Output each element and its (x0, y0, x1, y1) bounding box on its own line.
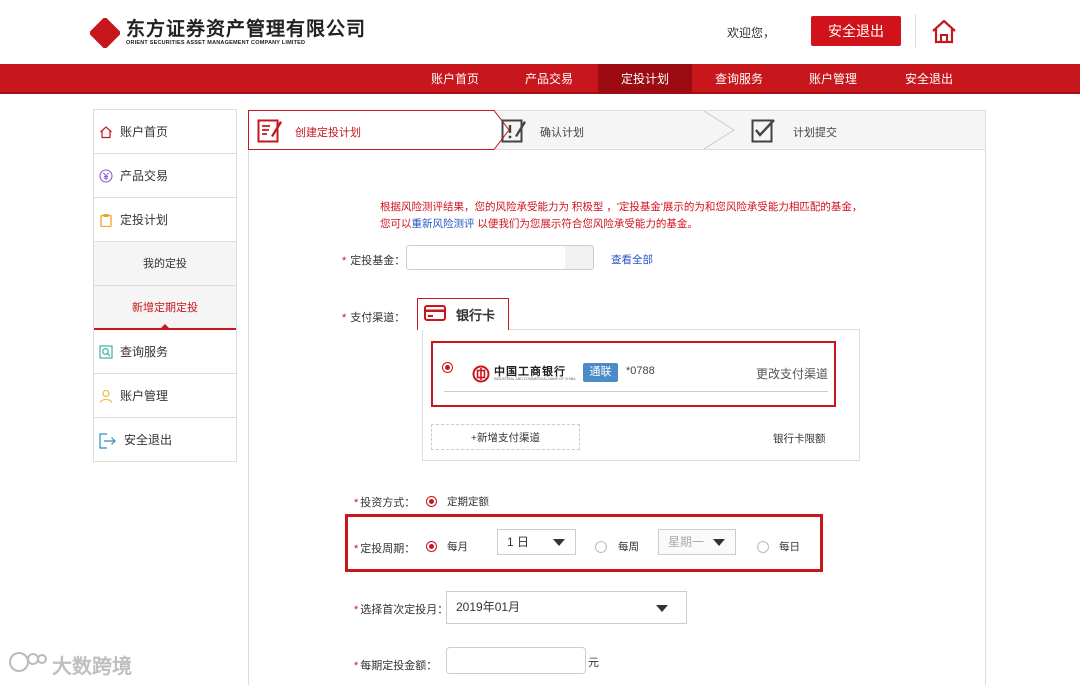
sidebar-item-product-trade[interactable]: 产品交易 (94, 154, 236, 198)
exit-icon (99, 432, 117, 449)
risk-notice-prefix: 您可以 (380, 218, 412, 230)
chevron-down-icon (713, 539, 725, 546)
welcome-text: 欢迎您， (727, 26, 776, 40)
nav-item-account-home[interactable]: 账户首页 (411, 64, 499, 94)
sidebar-item-label: 定投计划 (120, 213, 169, 227)
weekday-select[interactable]: 星期一 (658, 529, 736, 555)
period-weekly-radio[interactable] (595, 541, 607, 553)
exclamation-doc-icon (501, 117, 527, 146)
payment-label: * 支付渠道： (342, 312, 406, 324)
invest-mode-radio[interactable] (426, 496, 437, 507)
period-daily-radio[interactable] (757, 541, 769, 553)
logo-text: 东方证券资产管理有限公司 ORIENT SECURITIES ASSET MAN… (126, 18, 367, 47)
step-1-label: 创建定投计划 (295, 127, 361, 139)
home-icon[interactable] (930, 18, 958, 46)
step-arrow-2 (704, 111, 735, 149)
sidebar-item-label: 账户首页 (120, 125, 169, 139)
sidebar-item-account-home[interactable]: 账户首页 (94, 110, 236, 154)
step-2-label: 确认计划 (540, 127, 584, 139)
sidebar-item-query[interactable]: 查询服务 (94, 330, 236, 374)
first-month-label: * 选择首次定投月： (354, 604, 449, 616)
logo-title-cn: 东方证券资产管理有限公司 (126, 18, 367, 40)
day-select[interactable]: 1 日 (497, 529, 576, 555)
sidebar-item-plan[interactable]: 定投计划 (94, 198, 236, 242)
search-icon (99, 344, 113, 359)
period-monthly-label: 每月 (447, 541, 468, 553)
bank-card-radio[interactable] (442, 362, 453, 373)
logo-title-en: ORIENT SECURITIES ASSET MANAGEMENT COMPA… (126, 39, 306, 46)
sidebar-item-label: 安全退出 (124, 433, 173, 447)
sidebar-item-label: 产品交易 (120, 169, 169, 183)
page-root: 东方证券资产管理有限公司 ORIENT SECURITIES ASSET MAN… (0, 0, 1080, 685)
period-daily-label: 每日 (779, 541, 800, 553)
company-logo[interactable]: 东方证券资产管理有限公司 ORIENT SECURITIES ASSET MAN… (88, 16, 367, 50)
amount-label: * 每期定投金额： (354, 660, 438, 672)
sidebar-item-logout[interactable]: 安全退出 (94, 418, 236, 462)
nav-item-plan[interactable]: 定投计划 (598, 64, 692, 94)
fund-input[interactable] (406, 245, 594, 270)
bank-row-divider (444, 391, 828, 392)
sidebar-item-account-manage[interactable]: 账户管理 (94, 374, 236, 418)
bank-card-tab-label: 银行卡 (456, 308, 496, 323)
nav-item-account-manage[interactable]: 账户管理 (789, 64, 877, 94)
invest-mode-label: * 投资方式： (354, 497, 416, 509)
bank-card-icon (424, 305, 446, 324)
chevron-down-icon (656, 605, 668, 612)
invest-mode-value: 定期定额 (447, 496, 489, 508)
view-all-link[interactable]: 查看全部 (611, 252, 653, 267)
chevron-down-icon (553, 539, 565, 546)
fund-label: * 定投基金： (342, 255, 406, 267)
yen-circle-icon (99, 168, 113, 183)
card-limit-link[interactable]: 银行卡限额 (773, 431, 826, 446)
card-tail-number: *0788 (626, 365, 655, 377)
period-highlight-box (345, 514, 823, 572)
step-arrow-1 (449, 110, 509, 150)
amount-unit: 元 (588, 657, 599, 669)
period-weekly-label: 每周 (618, 541, 639, 553)
sidebar-subitem-new-plan[interactable]: 新增定期定投 (94, 286, 236, 330)
watermark: 大数跨境 (8, 650, 132, 679)
header-divider (915, 14, 916, 48)
user-icon (99, 389, 113, 403)
add-payment-button[interactable]: +新增支付渠道 (431, 424, 580, 450)
amount-input[interactable] (446, 647, 586, 674)
period-label: * 定投周期： (354, 543, 416, 555)
edit-doc-icon (257, 117, 283, 146)
sidebar-item-label: 查询服务 (120, 345, 169, 359)
sidebar-item-label: 账户管理 (120, 389, 169, 403)
check-doc-icon (751, 117, 777, 146)
bank-name-en: INDUSTRIAL AND COMMERCIAL BANK OF CHINA (494, 377, 576, 381)
step-3-label: 计划提交 (793, 127, 837, 139)
logo-mark-icon (88, 16, 122, 50)
nav-item-query[interactable]: 查询服务 (695, 64, 783, 94)
nav-item-product-trade[interactable]: 产品交易 (505, 64, 593, 94)
watermark-text: 大数跨境 (52, 656, 132, 678)
re-evaluate-link[interactable]: 重新风险测评 (412, 218, 475, 230)
clipboard-icon (99, 213, 113, 227)
sidebar: 账户首页 产品交易 定投计划 我的定投 新增定期定投 查询服务 账户管理 安全退… (93, 109, 237, 462)
main-nav: 账户首页 产品交易 定投计划 查询服务 账户管理 安全退出 (0, 64, 1080, 94)
change-payment-link[interactable]: 更改支付渠道 (756, 365, 828, 382)
risk-notice-suffix: 以便我们为您展示符合您风险承受能力的基金。 (477, 218, 698, 230)
step-indicator: 创建定投计划 确认计划 计划提交 (248, 110, 986, 150)
risk-notice: 根据风险测评结果，您的风险承受能力为 积极型 ，'定投基金'展示的为和您风险承受… (380, 199, 862, 233)
watermark-logo-icon (8, 651, 48, 679)
home-icon (99, 125, 113, 139)
nav-item-logout[interactable]: 安全退出 (884, 64, 974, 94)
period-monthly-radio[interactable] (426, 541, 437, 552)
logout-button[interactable]: 安全退出 (811, 16, 901, 46)
icbc-logo-icon (472, 365, 490, 386)
risk-notice-line1: 根据风险测评结果，您的风险承受能力为 积极型 ，'定投基金'展示的为和您风险承受… (380, 201, 863, 213)
unionpay-badge: 通联 (583, 363, 618, 382)
sidebar-subitem-my-plans[interactable]: 我的定投 (94, 242, 236, 286)
first-month-select[interactable]: 2019年01月 (446, 591, 687, 624)
risk-notice-line2: 您可以重新风险测评 以便我们为您展示符合您风险承受能力的基金。 (380, 216, 862, 233)
bank-card-tab[interactable]: 银行卡 (417, 298, 509, 330)
